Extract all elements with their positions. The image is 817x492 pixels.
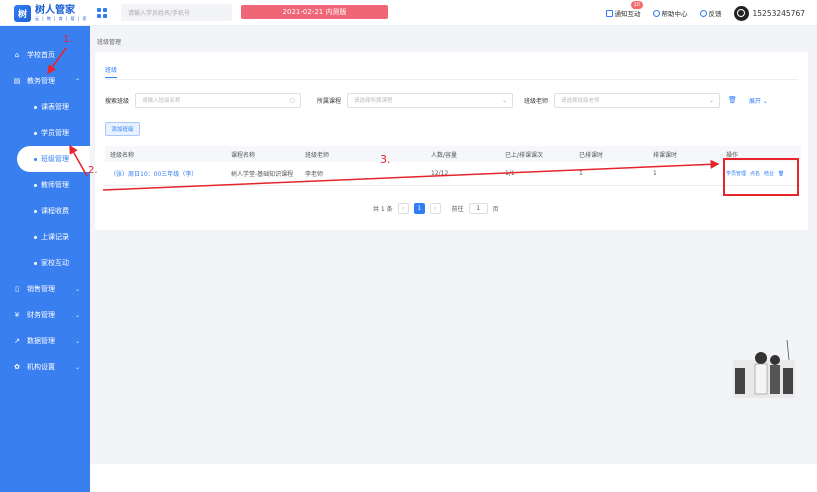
chevron-up-icon: ⌃ [74,77,80,85]
book-icon: ▤ [13,77,21,85]
search-icon: ○ [289,96,296,104]
goto-page-input[interactable]: 1 [468,203,488,214]
annotation-3: 3. [380,153,391,166]
tabs: 班级 [105,65,118,79]
sidebar-sub-students[interactable]: 学员管理 [0,120,90,146]
user-menu[interactable]: 15253245767 [733,5,806,21]
annotation-1: 1. [63,34,73,45]
help-icon [652,9,660,17]
chevron-down-icon: ⌄ [502,96,508,104]
total-count: 共 1 条 [373,206,393,213]
sidebar-sub-classes[interactable]: 班级管理 [17,146,90,172]
gear-icon: ✿ [14,363,20,371]
goto-label: 前往 [451,206,464,213]
sidebar-item-data[interactable]: ↗ 数据管理 ⌄ [0,328,90,354]
bottom-bar [90,464,817,492]
add-class-button[interactable]: 添加班级 [105,122,140,136]
chevron-down-icon: ⌄ [74,285,80,293]
home-icon: ⌂ [14,51,20,59]
notice-label: 通知互动 [614,10,641,18]
sidebar-sub-records[interactable]: 上课记录 [0,224,90,250]
class-name-input[interactable]: 请输入班级名称 ○ [135,92,302,108]
sidebar: ⌂ 学校首页 ▤ 教务管理 ⌃ 课表管理 学员管理 班级管理 教师管理 课程收费… [0,26,90,492]
top-bar: 树 树人管家 云 | 教 | 育 | 管 | 家 请输入学员姓名/手机号 202… [0,0,817,26]
table-row: （张）周日10：00三年级（李） 树人学堂-基础知识课程 李老师 12/12 1… [105,162,801,186]
teacher-label: 班级老师 [524,97,549,105]
feedback-button[interactable]: 反馈 [699,8,722,18]
feedback-label: 反馈 [708,10,722,18]
teacher-select[interactable]: 请选择班级老师 ⌄ [554,92,721,108]
filter-bar: 搜索班级 请输入班级名称 ○ 所属课程 请选择所属课程 ⌄ 班级老师 请选择班级… [105,92,795,108]
file-icon: ▯ [15,285,19,293]
mail-icon [605,9,613,17]
notice-button[interactable]: 通知互动 10 [605,1,643,18]
next-page-button[interactable]: › [429,203,441,214]
sidebar-sub-fees[interactable]: 课程收费 [0,198,90,224]
sidebar-item-home[interactable]: ⌂ 学校首页 [0,42,90,68]
yen-icon: ¥ [14,311,20,319]
page-1-button[interactable]: 1 [413,203,425,214]
help-label: 帮助中心 [661,10,688,18]
sidebar-sub-family[interactable]: 家校互动 [0,250,90,276]
sidebar-item-academic[interactable]: ▤ 教务管理 ⌃ [0,68,90,94]
logo[interactable]: 树 树人管家 云 | 教 | 育 | 管 | 家 [0,0,92,26]
user-phone: 15253245767 [752,8,806,18]
prev-page-button[interactable]: ‹ [397,203,409,214]
brand-subtitle: 云 | 教 | 育 | 管 | 家 [35,15,88,21]
breadcrumb: 班级管理 [97,39,122,46]
avatar [733,5,749,21]
brand-title: 树人管家 [35,4,75,16]
table-header: 班级名称 课程名称 班级老师 人数/容量 已上/排课课次 已排课时 排课课时 操… [105,146,801,162]
chevron-down-icon: ⌄ [74,311,80,319]
student-search-input[interactable]: 请输入学员姓名/手机号 [121,4,232,21]
annotation-2: 2. [88,165,98,176]
class-management-card: 班级 搜索班级 请输入班级名称 ○ 所属课程 请选择所属课程 ⌄ 班级老师 请选… [95,52,808,230]
feedback-icon [699,9,707,17]
sidebar-sub-teachers[interactable]: 教师管理 [0,172,90,198]
chevron-down-icon: ⌄ [709,96,715,104]
apps-grid-icon[interactable] [97,8,107,18]
highlight-box [723,158,799,196]
header-actions: 通知互动 10 帮助中心 反馈 15253245767 [605,0,806,26]
sidebar-item-finance[interactable]: ¥ 财务管理 ⌄ [0,302,90,328]
class-name-link[interactable]: （张）周日10：00三年级（李） [105,169,231,178]
sidebar-sub-schedule[interactable]: 课表管理 [0,94,90,120]
sidebar-item-settings[interactable]: ✿ 机构设置 ⌄ [0,354,90,380]
sidebar-item-sales[interactable]: ▯ 销售管理 ⌄ [0,276,90,302]
chart-icon: ↗ [14,337,20,345]
chevron-down-icon: ⌄ [74,337,80,345]
logo-icon: 树 [14,4,31,22]
class-table: 班级名称 课程名称 班级老师 人数/容量 已上/排课课次 已排课时 排课课时 操… [105,146,801,186]
notice-count-badge: 10 [630,1,643,9]
course-label: 所属课程 [317,97,342,105]
course-select[interactable]: 请选择所属课程 ⌄ [347,92,514,108]
class-search-label: 搜索班级 [105,97,130,105]
pagination: 共 1 条 ‹ 1 › 前往 1 页 [373,203,499,214]
help-center-button[interactable]: 帮助中心 [652,8,688,18]
clear-filters-icon[interactable]: 🗑 [728,96,737,104]
version-badge: 2021-02-21 内测版 [241,5,388,19]
page-unit: 页 [492,206,499,213]
expand-filters-button[interactable]: 展开 ⌄ [749,96,768,105]
tab-class[interactable]: 班级 [105,65,118,78]
mascot-image [733,340,795,398]
chevron-down-icon: ⌄ [74,363,80,371]
